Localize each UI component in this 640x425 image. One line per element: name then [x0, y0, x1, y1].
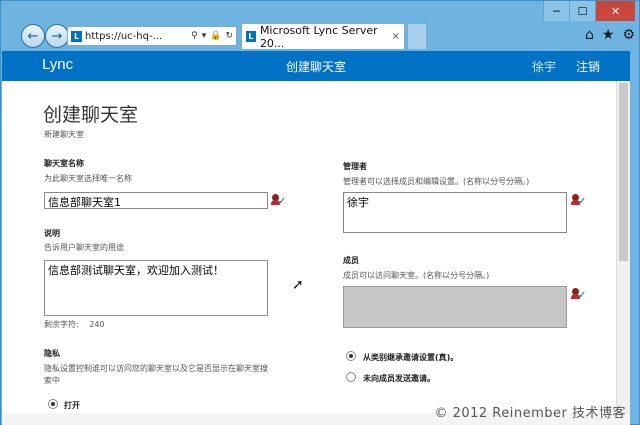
user-name-link[interactable]: 徐宇 — [532, 58, 556, 75]
privacy-hint: 隐私设置控制谁可以访问您的聊天室以及它是否显示在聊天室搜索中 — [44, 364, 268, 385]
lync-header: Lync 创建聊天室 徐宇 注销 — [2, 51, 630, 81]
managers-label: 管理者 — [343, 162, 367, 171]
vertical-scrollbar[interactable] — [616, 81, 630, 413]
address-bar[interactable]: L https://uc-hq-... ⚲ ▾ 🔒 ↻ — [67, 26, 237, 46]
remaining-chars: 剩余字符: 240 — [44, 319, 105, 331]
people-picker-icon[interactable]: ✓ — [571, 288, 586, 301]
new-tab-button[interactable] — [407, 23, 427, 49]
gear-icon[interactable]: ⚙ — [622, 27, 635, 43]
minimize-button[interactable]: ─ — [543, 1, 569, 21]
invite-none-radio[interactable] — [346, 372, 356, 382]
favorites-star-icon[interactable]: ★ — [602, 27, 615, 43]
address-url: https://uc-hq-... — [85, 30, 163, 42]
lync-favicon-icon: L — [246, 31, 256, 42]
people-picker-icon[interactable]: ✓ — [271, 194, 286, 207]
managers-hint: 管理者可以选择成员和编辑设置。(名称以分号分隔。) — [343, 177, 530, 186]
members-input[interactable] — [343, 286, 567, 328]
toolbar-right-icons: ⌂ ★ ⚙ — [585, 27, 635, 43]
browser-window: ─ ☐ ✕ ← → L https://uc-hq-... ⚲ ▾ 🔒 ↻ L … — [0, 0, 640, 425]
signout-link[interactable]: 注销 — [576, 58, 600, 75]
mouse-pointer-icon: ➚ — [292, 277, 304, 293]
page-subtitle: 新建聊天室 — [44, 130, 84, 139]
description-textarea[interactable]: 信息部测试聊天室，欢迎加入测试！ — [44, 260, 268, 316]
tab-title: Microsoft Lync Server 20... — [259, 23, 378, 50]
tab-close-icon[interactable]: × — [392, 31, 404, 42]
maximize-button[interactable]: ☐ — [569, 1, 595, 21]
room-name-label: 聊天室名称 — [44, 159, 84, 168]
dropdown-icon[interactable]: ▾ — [202, 31, 207, 41]
watermark: © 2012 Reinember 技术博客 — [434, 406, 626, 421]
privacy-label: 隐私 — [44, 349, 60, 358]
members-label: 成员 — [343, 256, 359, 265]
privacy-open-label: 打开 — [64, 401, 80, 410]
page-title: 创建聊天室 — [43, 104, 139, 126]
invite-inherit-radio[interactable] — [346, 351, 356, 361]
lock-icon[interactable]: 🔒 — [210, 31, 221, 41]
address-icons: ⚲ ▾ 🔒 ↻ — [191, 31, 236, 41]
description-label: 说明 — [44, 229, 60, 238]
close-window-button[interactable]: ✕ — [595, 1, 635, 21]
window-controls: ─ ☐ ✕ — [543, 1, 635, 21]
home-icon[interactable]: ⌂ — [585, 27, 594, 43]
remaining-chars-value: 240 — [89, 320, 105, 329]
room-name-input[interactable]: 信息部聊天室1 — [44, 192, 268, 209]
arrow-right-icon: → — [51, 28, 63, 44]
lync-favicon-icon: L — [71, 30, 82, 42]
description-hint: 告诉用户聊天室的用途 — [44, 243, 124, 252]
invite-inherit-label: 从类别继承邀请设置(真)。 — [363, 353, 459, 362]
people-picker-icon[interactable]: ✓ — [571, 194, 586, 207]
browser-toolbar: ← → L https://uc-hq-... ⚲ ▾ 🔒 ↻ L Micros… — [1, 21, 640, 51]
privacy-open-radio[interactable] — [48, 399, 58, 409]
room-name-hint: 为此聊天室选择唯一名称 — [44, 174, 132, 183]
scrollbar-thumb[interactable] — [619, 83, 628, 261]
page-content: 创建聊天室 新建聊天室 聊天室名称 为此聊天室选择唯一名称 信息部聊天室1 ✓ … — [2, 81, 616, 413]
remaining-chars-label: 剩余字符: — [44, 320, 79, 329]
refresh-icon[interactable]: ↻ — [225, 31, 233, 41]
back-button[interactable]: ← — [21, 24, 45, 48]
invite-none-label: 未向成员发送邀请。 — [363, 374, 435, 383]
search-icon[interactable]: ⚲ — [191, 31, 198, 41]
browser-tab-lync[interactable]: L Microsoft Lync Server 20... × — [241, 23, 405, 50]
managers-input[interactable]: 徐宇 — [343, 192, 567, 233]
arrow-left-icon: ← — [27, 28, 39, 44]
members-hint: 成员可以访问聊天室。(名称以分号分隔。) — [343, 271, 490, 280]
forward-button[interactable]: → — [45, 24, 69, 48]
